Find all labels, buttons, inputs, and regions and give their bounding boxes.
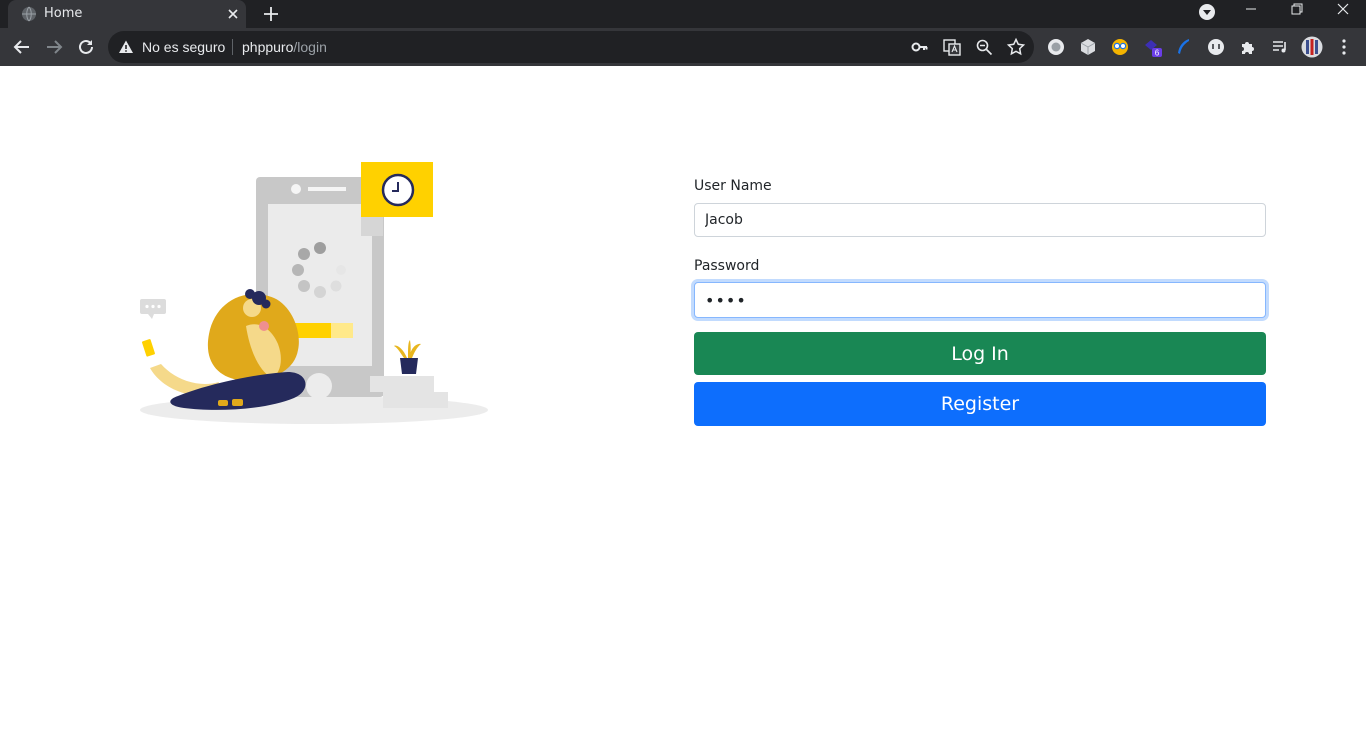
menu-kebab-icon[interactable] <box>1334 37 1354 57</box>
zoom-icon[interactable] <box>974 37 994 57</box>
browser-tab-strip: Home <box>0 0 1366 28</box>
extensions-puzzle-icon[interactable] <box>1238 37 1258 57</box>
login-form: User Name Password Log In Register <box>694 176 1266 426</box>
reload-icon[interactable] <box>73 34 99 60</box>
tab-title: Home <box>44 6 83 21</box>
globe-icon <box>22 6 36 22</box>
extension-cube-icon[interactable] <box>1078 37 1098 57</box>
extension-face-icon[interactable] <box>1206 37 1226 57</box>
address-separator <box>232 39 233 55</box>
close-icon[interactable] <box>224 5 242 23</box>
plus-icon[interactable] <box>260 3 282 25</box>
profile-avatar-icon[interactable] <box>1301 36 1323 58</box>
extension-feather-icon[interactable] <box>1174 37 1194 57</box>
url-path: /login <box>293 39 327 55</box>
star-icon[interactable] <box>1006 37 1026 57</box>
warning-icon[interactable] <box>118 39 134 55</box>
key-icon[interactable] <box>910 37 930 57</box>
window-close-icon[interactable] <box>1320 0 1366 26</box>
login-illustration <box>140 162 488 424</box>
password-label: Password <box>694 258 760 274</box>
extension-badge-icon[interactable]: 6 <box>1142 37 1162 57</box>
extension-circle-icon[interactable] <box>1046 37 1066 57</box>
extension-badge-count: 6 <box>1155 49 1160 58</box>
extension-glasses-icon[interactable] <box>1110 37 1130 57</box>
browser-tab-home[interactable]: Home <box>8 0 246 28</box>
restore-icon[interactable] <box>1274 0 1320 26</box>
username-input[interactable] <box>694 203 1266 237</box>
login-button[interactable]: Log In <box>694 332 1266 375</box>
password-input[interactable] <box>694 282 1266 318</box>
security-status-text[interactable]: No es seguro <box>142 39 225 55</box>
url-text[interactable]: phppuro/login <box>242 39 327 55</box>
address-bar[interactable]: No es seguro phppuro/login <box>108 31 1034 63</box>
back-arrow-icon[interactable] <box>9 34 35 60</box>
url-host: phppuro <box>242 39 294 55</box>
media-queue-icon[interactable] <box>1270 37 1290 57</box>
username-label: User Name <box>694 178 772 194</box>
forward-arrow-icon[interactable] <box>41 34 67 60</box>
minimize-icon[interactable] <box>1228 0 1274 26</box>
register-button[interactable]: Register <box>694 382 1266 426</box>
tab-search-chevron-icon[interactable] <box>1197 2 1217 22</box>
translate-icon[interactable] <box>942 37 962 57</box>
browser-toolbar: No es seguro phppuro/login 6 <box>0 28 1366 66</box>
